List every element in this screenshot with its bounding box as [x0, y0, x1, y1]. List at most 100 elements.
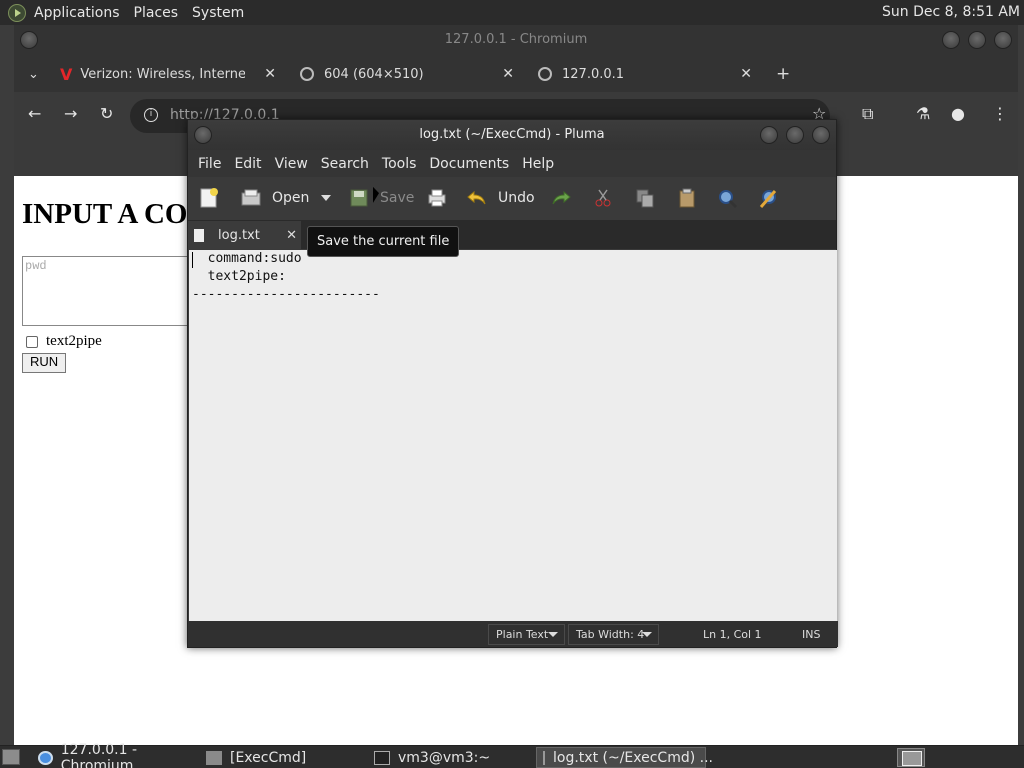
bottom-taskbar: 127.0.0.1 - Chromium [ExecCmd] vm3@vm3:~… — [0, 742, 1024, 768]
maximize-button[interactable] — [968, 31, 986, 49]
taskbar-item-terminal[interactable]: vm3@vm3:~ — [368, 747, 534, 768]
verizon-logo-icon: V — [60, 64, 73, 84]
menu-documents[interactable]: Documents — [429, 156, 509, 172]
print-button[interactable] — [426, 187, 458, 209]
kebab-menu-icon[interactable]: ⋮ — [992, 104, 1008, 123]
tab-search-chevron-icon[interactable]: ⌄ — [28, 59, 39, 89]
text2pipe-label[interactable]: text2pipe — [46, 333, 102, 350]
pluma-statusbar: Plain Text Tab Width: 4 Ln 1, Col 1 INS — [188, 621, 838, 647]
top-panel: Applications Places System Sun Dec 8, 8:… — [0, 0, 1024, 25]
globe-icon — [300, 67, 314, 81]
search-button[interactable] — [716, 187, 748, 209]
show-desktop-icon[interactable] — [2, 749, 20, 765]
editor-line: text2pipe: — [192, 269, 286, 284]
paste-clipboard-icon — [679, 188, 695, 208]
cut-button[interactable] — [592, 187, 624, 209]
maximize-button[interactable] — [786, 126, 804, 144]
document-tab-label: log.txt — [218, 227, 260, 243]
taskbar-item-label: 127.0.0.1 - Chromium — [60, 741, 138, 768]
search-replace-button[interactable] — [758, 187, 790, 209]
chromium-window-title: 127.0.0.1 - Chromium — [444, 32, 588, 47]
panel-clock[interactable]: Sun Dec 8, 8:51 AM — [882, 4, 1020, 20]
close-button[interactable] — [994, 31, 1012, 49]
open-button[interactable]: Open — [240, 187, 332, 209]
paste-button[interactable] — [676, 187, 708, 209]
text2pipe-checkbox[interactable] — [26, 335, 38, 348]
redo-arrow-icon — [552, 190, 571, 205]
chromium-titlebar[interactable]: 127.0.0.1 - Chromium — [14, 25, 1018, 55]
chevron-down-icon — [642, 632, 652, 637]
workspace-switcher[interactable] — [897, 748, 925, 767]
menu-edit[interactable]: Edit — [234, 156, 261, 172]
mate-menu-icon[interactable] — [8, 3, 26, 22]
taskbar-item-chromium[interactable]: 127.0.0.1 - Chromium — [32, 742, 198, 768]
folder-icon — [206, 750, 222, 765]
copy-button[interactable] — [634, 187, 666, 209]
redo-button[interactable] — [550, 187, 582, 209]
printer-icon — [428, 189, 446, 207]
minimize-button[interactable] — [760, 126, 778, 144]
profile-avatar-icon[interactable]: ● — [951, 104, 965, 123]
undo-button[interactable]: Undo — [466, 187, 535, 209]
window-menu-button[interactable] — [20, 31, 38, 49]
reload-icon[interactable]: ↻ — [100, 104, 113, 123]
mouse-pointer-icon — [373, 186, 379, 206]
taskbar-item-label: vm3@vm3:~ — [398, 749, 491, 766]
text-caret — [192, 252, 193, 268]
chevron-down-icon — [548, 632, 558, 637]
taskbar-item-execcmd-folder[interactable]: [ExecCmd] — [200, 747, 366, 768]
close-tab-icon[interactable]: ✕ — [264, 66, 276, 82]
pluma-titlebar[interactable]: log.txt (~/ExecCmd) - Pluma — [188, 120, 836, 150]
close-tab-icon[interactable]: ✕ — [502, 66, 514, 82]
pluma-window-title: log.txt (~/ExecCmd) - Pluma — [419, 127, 605, 142]
window-menu-button[interactable] — [194, 126, 212, 144]
open-recent-dropdown-icon[interactable] — [321, 195, 332, 201]
close-tab-icon[interactable]: ✕ — [740, 66, 752, 82]
minimize-button[interactable] — [942, 31, 960, 49]
tab-title: 604 (604×510) — [324, 66, 424, 82]
insert-mode-indicator: INS — [802, 628, 821, 641]
menu-view[interactable]: View — [275, 156, 308, 172]
menu-tools[interactable]: Tools — [382, 156, 417, 172]
text-file-icon — [194, 228, 204, 242]
save-label: Save — [380, 190, 415, 206]
browser-tab-localhost[interactable]: 127.0.0.1 ✕ — [538, 59, 752, 89]
tab-width-selector[interactable]: Tab Width: 4 — [568, 624, 659, 645]
labs-flask-icon[interactable]: ⚗ — [916, 104, 930, 123]
syntax-mode-label: Plain Text — [496, 628, 549, 641]
menu-file[interactable]: File — [198, 156, 221, 172]
new-document-icon — [200, 188, 218, 208]
close-document-icon[interactable]: ✕ — [286, 228, 297, 243]
globe-icon — [538, 67, 552, 81]
menu-search[interactable]: Search — [321, 156, 369, 172]
open-label: Open — [272, 190, 310, 206]
pluma-window: log.txt (~/ExecCmd) - Pluma File Edit Vi… — [187, 119, 838, 648]
back-arrow-icon[interactable]: ← — [28, 104, 41, 123]
forward-arrow-icon[interactable]: → — [64, 104, 77, 123]
chromium-icon — [38, 750, 53, 765]
tab-title: Verizon: Wireless, Internet, T — [80, 66, 246, 82]
page-heading: INPUT A CO — [22, 198, 188, 230]
search-replace-icon — [759, 190, 777, 208]
new-document-button[interactable] — [198, 187, 230, 209]
copy-icon — [636, 189, 654, 208]
document-tab-bar: log.txt ✕ — [188, 221, 836, 249]
syntax-highlight-selector[interactable]: Plain Text — [488, 624, 565, 645]
site-info-icon[interactable]: i — [144, 108, 158, 122]
new-tab-plus-icon[interactable]: + — [776, 59, 790, 89]
extensions-puzzle-icon[interactable]: ⧉ — [862, 104, 873, 124]
save-button[interactable]: Save — [348, 187, 414, 209]
browser-tab-verizon[interactable]: V Verizon: Wireless, Internet, T ✕ — [60, 59, 276, 89]
menu-help[interactable]: Help — [522, 156, 554, 172]
close-button[interactable] — [812, 126, 830, 144]
terminal-icon — [374, 750, 390, 765]
save-tooltip: Save the current file — [307, 226, 460, 257]
panel-menu-places[interactable]: Places — [134, 5, 179, 21]
panel-menu-applications[interactable]: Applications — [34, 5, 120, 21]
taskbar-item-pluma[interactable]: log.txt (~/ExecCmd) ... — [536, 747, 713, 768]
panel-menu-system[interactable]: System — [192, 5, 244, 21]
run-button[interactable]: RUN — [22, 353, 67, 373]
text-editor-area[interactable]: command:sudo text2pipe: ----------------… — [189, 250, 837, 622]
document-tab-log-txt[interactable]: log.txt ✕ — [188, 221, 301, 249]
browser-tab-604[interactable]: 604 (604×510) ✕ — [300, 59, 514, 89]
